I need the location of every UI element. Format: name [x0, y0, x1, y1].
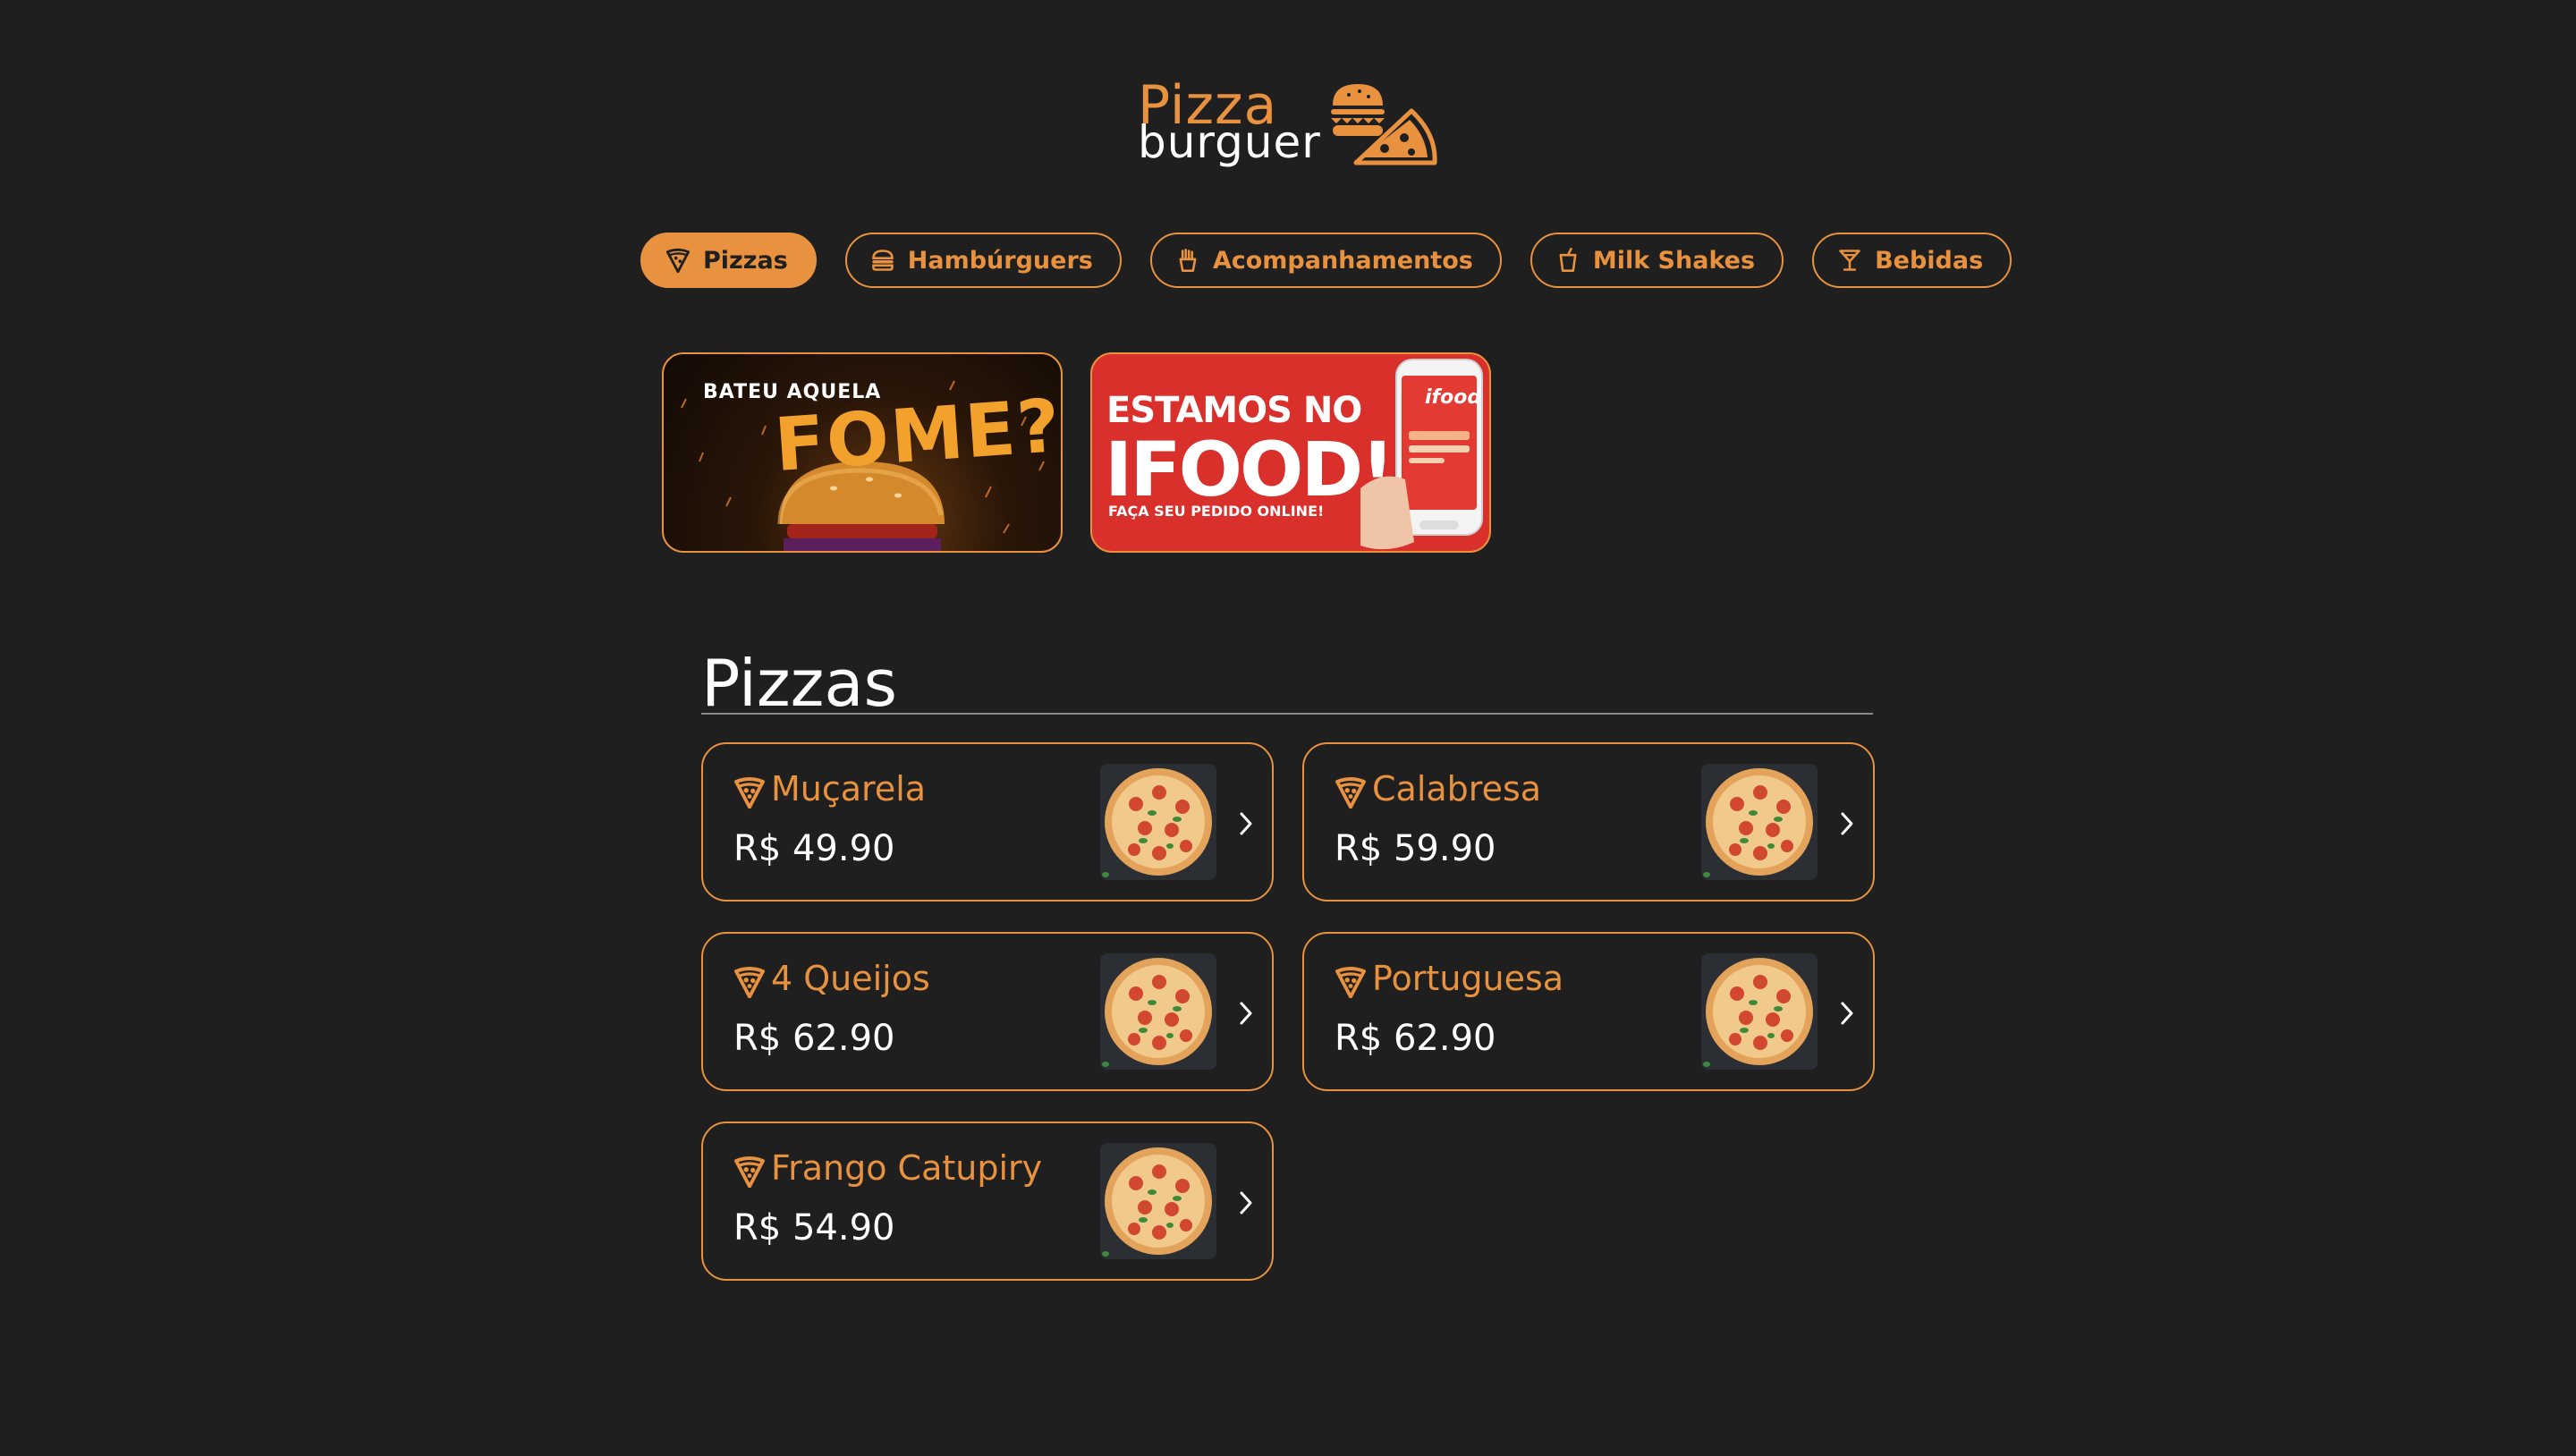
section-divider [701, 713, 1873, 715]
section-title: Pizzas [701, 646, 898, 721]
pizza-icon [1335, 967, 1366, 998]
tab-hamburguers-label: Hambúrguers [907, 246, 1093, 275]
product-name: Muçarela [771, 769, 927, 808]
tab-milk-shakes-label: Milk Shakes [1592, 246, 1756, 275]
cocktail-icon [1839, 250, 1860, 271]
logo-burguer-text: burguer [1138, 116, 1321, 168]
product-name: Frango Catupiry [771, 1148, 1043, 1188]
burger-pizza-logo-icon [1331, 84, 1437, 165]
banner-ifood-line2: IFOOD! [1105, 426, 1394, 513]
product-card[interactable]: Calabresa R$ 59.90 [1302, 742, 1875, 902]
product-image [1701, 764, 1818, 880]
chevron-right-icon [1841, 812, 1853, 835]
banner-fome[interactable]: BATEU AQUELA FOME? [662, 352, 1063, 553]
pizza-icon [734, 967, 765, 998]
phone-illustration [1360, 359, 1483, 550]
pizza-icon [1335, 777, 1366, 808]
tab-bebidas[interactable]: Bebidas [1812, 233, 2012, 288]
product-card[interactable]: 4 Queijos R$ 62.90 [701, 932, 1274, 1091]
product-price: R$ 59.90 [1335, 828, 1496, 869]
product-image [1100, 953, 1216, 1070]
product-price: R$ 54.90 [733, 1207, 895, 1249]
chevron-right-icon [1841, 1002, 1853, 1025]
product-price: R$ 49.90 [733, 828, 895, 869]
banner-ifood[interactable]: ESTAMOS NO IFOOD! FAÇA SEU PEDIDO ONLINE… [1090, 352, 1491, 553]
tab-acompanhamentos-label: Acompanhamentos [1212, 246, 1473, 275]
product-card[interactable]: Portuguesa R$ 62.90 [1302, 932, 1875, 1091]
banner-ifood-line3: FAÇA SEU PEDIDO ONLINE! [1108, 503, 1325, 520]
product-price: R$ 62.90 [733, 1018, 895, 1059]
product-image [1100, 764, 1216, 880]
chevron-right-icon [1240, 1191, 1252, 1215]
pizza-icon [734, 1156, 765, 1188]
brand-logo[interactable]: Pizza burguer [1136, 79, 1449, 177]
product-name: Portuguesa [1372, 959, 1564, 998]
product-name: Calabresa [1372, 769, 1542, 808]
product-card[interactable]: Frango Catupiry R$ 54.90 [701, 1122, 1274, 1281]
product-image [1100, 1143, 1216, 1259]
tab-bebidas-label: Bebidas [1875, 246, 1984, 275]
product-card[interactable]: Muçarela R$ 49.90 [701, 742, 1274, 902]
product-image [1701, 953, 1818, 1070]
tab-hamburguers[interactable]: Hambúrguers [844, 233, 1122, 288]
ifood-logo: ifood [1425, 386, 1482, 409]
fries-icon [1179, 249, 1197, 272]
chevron-right-icon [1240, 812, 1252, 835]
burger-icon [871, 250, 894, 271]
cup-icon [1559, 248, 1577, 272]
tab-pizzas-label: Pizzas [703, 246, 788, 275]
pizza-icon [665, 248, 691, 273]
chevron-right-icon [1240, 1002, 1252, 1025]
category-nav: Pizzas Hambúrguers Acompanhamentos Milk … [640, 233, 2012, 290]
product-name: 4 Queijos [771, 959, 930, 998]
tab-milk-shakes[interactable]: Milk Shakes [1530, 233, 1784, 288]
tab-acompanhamentos[interactable]: Acompanhamentos [1149, 233, 1502, 288]
pizza-icon [734, 777, 765, 808]
product-price: R$ 62.90 [1335, 1018, 1496, 1059]
tab-pizzas[interactable]: Pizzas [640, 233, 817, 288]
